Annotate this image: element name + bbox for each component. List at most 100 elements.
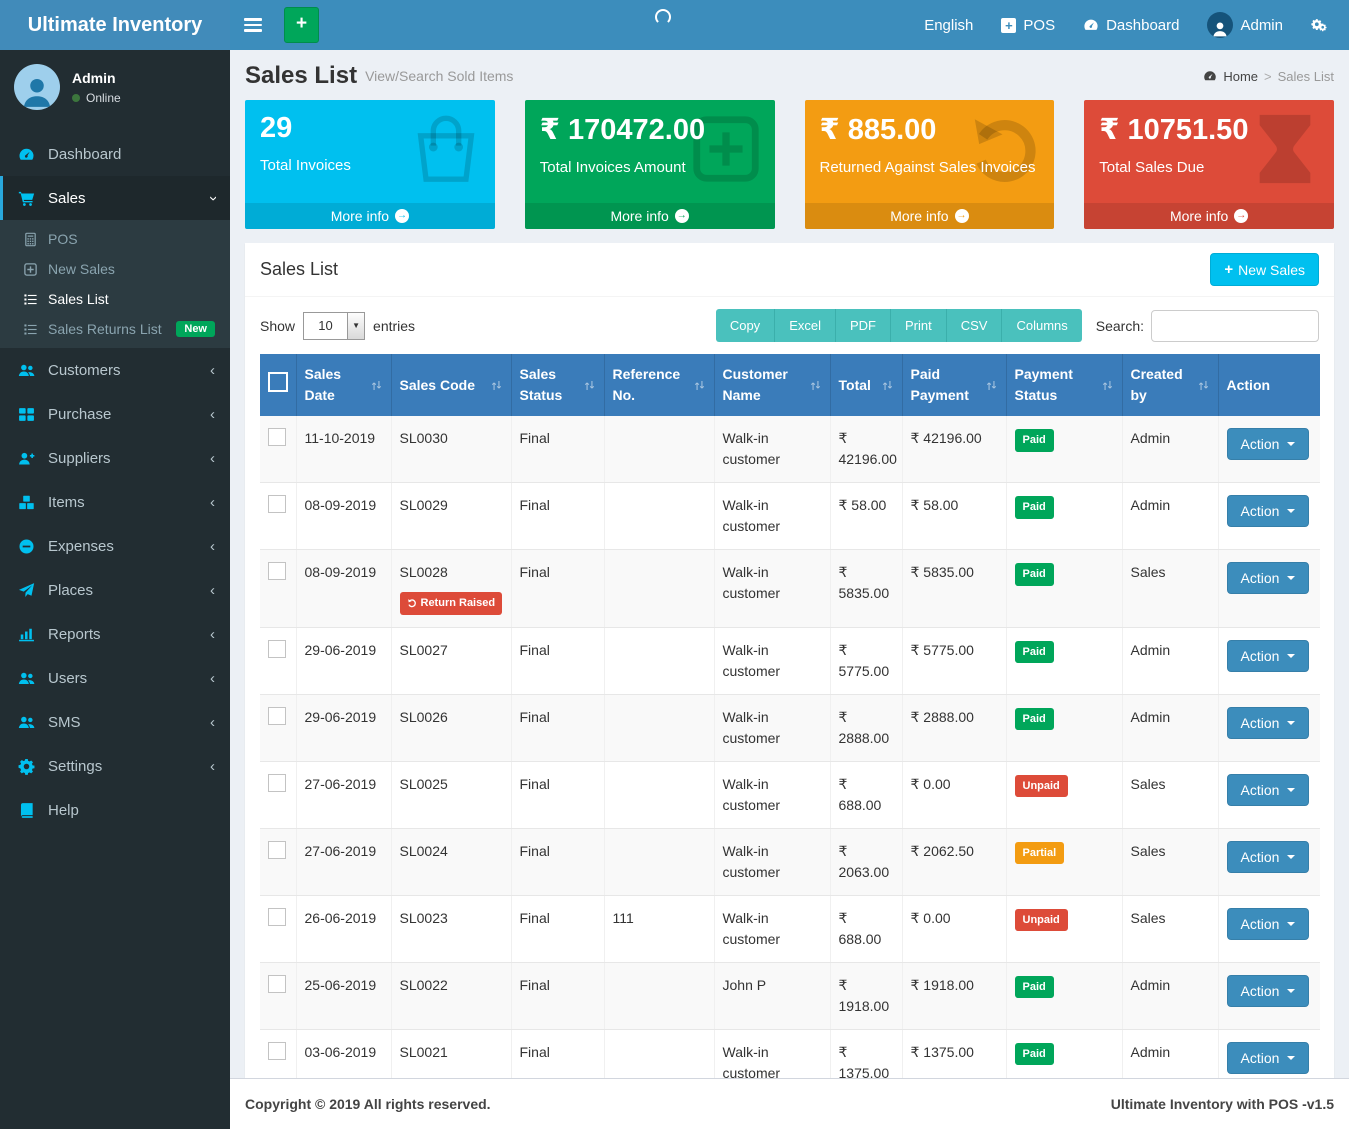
column-header-created-by[interactable]: Created by (1122, 354, 1218, 416)
stat-box-body: ₹ 885.00 Returned Against Sales Invoices (805, 100, 1055, 203)
export-button-excel[interactable]: Excel (775, 309, 836, 342)
column-label: Created by (1131, 364, 1193, 406)
row-checkbox[interactable] (268, 562, 286, 580)
stat-box-total-invoices-amount: ₹ 170472.00 Total Invoices Amount More i… (525, 100, 775, 229)
cell-sales-date: 29-06-2019 (296, 627, 391, 694)
more-info-link[interactable]: More info → (525, 203, 775, 229)
nav-dashboard[interactable]: Dashboard (1069, 0, 1193, 50)
sales-table-wrap: Sales DateSales CodeSales Status Referenc… (245, 346, 1334, 1078)
select-all-checkbox[interactable] (268, 372, 288, 392)
caret-down-icon (1287, 989, 1295, 993)
action-button[interactable]: Action (1227, 841, 1310, 873)
cell-sales-code: SL0022 (391, 962, 511, 1029)
main-content: Sales List View/Search Sold Items Home >… (230, 50, 1349, 1078)
sidebar-item-sales[interactable]: Sales‹ (0, 176, 230, 220)
cell-payment-status: Paid (1006, 483, 1122, 550)
action-button[interactable]: Action (1227, 495, 1310, 527)
row-checkbox[interactable] (268, 841, 286, 859)
gears-icon (1311, 17, 1327, 33)
export-button-csv[interactable]: CSV (947, 309, 1003, 342)
sidebar-item-customers[interactable]: Customers‹ (0, 348, 230, 392)
nav-settings[interactable] (1297, 0, 1341, 50)
sidebar-subitem-new-sales[interactable]: New Sales (0, 254, 230, 284)
payment-status-badge: Paid (1015, 429, 1054, 452)
column-header-paid-payment[interactable]: Paid Payment (902, 354, 1006, 416)
row-checkbox[interactable] (268, 640, 286, 658)
sidebar-item-help[interactable]: Help (0, 788, 230, 832)
cell-total: ₹ 5775.00 (830, 627, 902, 694)
app-brand[interactable]: Ultimate Inventory (0, 0, 230, 50)
column-header-customer-name[interactable]: Customer Name (714, 354, 830, 416)
column-header-sales-code[interactable]: Sales Code (391, 354, 511, 416)
payment-status-badge: Paid (1015, 1043, 1054, 1066)
action-button[interactable]: Action (1227, 774, 1310, 806)
sidebar-subitem-pos[interactable]: POS (0, 224, 230, 254)
row-checkbox[interactable] (268, 495, 286, 513)
sidebar-item-sms[interactable]: SMS‹ (0, 700, 230, 744)
action-button[interactable]: Action (1227, 908, 1310, 940)
navbar-right: English + POS Dashboard Admin (910, 0, 1349, 50)
column-label: Sales Status (520, 364, 579, 406)
page-length-select[interactable]: 10 ▼ (303, 312, 365, 340)
stat-label: Total Invoices Amount (540, 159, 760, 176)
cell-created-by: Admin (1122, 694, 1218, 761)
export-button-copy[interactable]: Copy (716, 309, 775, 342)
sort-icon (881, 379, 894, 392)
row-checkbox[interactable] (268, 908, 286, 926)
sidebar-item-purchase[interactable]: Purchase‹ (0, 392, 230, 436)
column-header-action: Action (1218, 354, 1320, 416)
sidebar-item-expenses[interactable]: Expenses‹ (0, 524, 230, 568)
cell-sales-date: 27-06-2019 (296, 761, 391, 828)
cell-customer-name: Walk-in customer (714, 627, 830, 694)
sidebar-item-dashboard[interactable]: Dashboard (0, 132, 230, 176)
sidebar-toggle-icon[interactable] (230, 0, 276, 50)
sidebar-item-reports[interactable]: Reports‹ (0, 612, 230, 656)
nav-pos[interactable]: + POS (987, 0, 1069, 50)
sidebar-item-users[interactable]: Users‹ (0, 656, 230, 700)
cell-customer-name: Walk-in customer (714, 694, 830, 761)
more-info-link[interactable]: More info → (245, 203, 495, 229)
sidebar-subitem-sales-returns-list[interactable]: Sales Returns ListNew (0, 314, 230, 344)
action-button[interactable]: Action (1227, 975, 1310, 1007)
quick-add-button[interactable]: + (284, 7, 319, 43)
action-button[interactable]: Action (1227, 1042, 1310, 1074)
search-input[interactable] (1151, 310, 1319, 342)
row-checkbox[interactable] (268, 1042, 286, 1060)
action-button-label: Action (1241, 782, 1280, 798)
cell-sales-code: SL0028Return Raised (391, 550, 511, 628)
row-checkbox[interactable] (268, 774, 286, 792)
column-header-payment-status[interactable]: Payment Status (1006, 354, 1122, 416)
row-checkbox[interactable] (268, 975, 286, 993)
sidebar-item-places[interactable]: Places‹ (0, 568, 230, 612)
cell-sales-status: Final (511, 962, 604, 1029)
chevron-left-icon: ‹ (210, 363, 215, 378)
stat-box-body: ₹ 170472.00 Total Invoices Amount (525, 100, 775, 203)
action-button[interactable]: Action (1227, 562, 1310, 594)
person-icon (19, 74, 55, 110)
nav-language[interactable]: English (910, 0, 987, 50)
sidebar-item-settings[interactable]: Settings‹ (0, 744, 230, 788)
export-button-columns[interactable]: Columns (1002, 309, 1081, 342)
nav-user-menu[interactable]: Admin (1193, 0, 1297, 50)
export-button-pdf[interactable]: PDF (836, 309, 891, 342)
row-checkbox[interactable] (268, 428, 286, 446)
column-header-reference-no[interactable]: Reference No. (604, 354, 714, 416)
row-checkbox[interactable] (268, 707, 286, 725)
more-info-link[interactable]: More info → (805, 203, 1055, 229)
cell-total: ₹ 2063.00 (830, 828, 902, 895)
breadcrumb-current: Sales List (1278, 69, 1334, 84)
column-header-sales-date[interactable]: Sales Date (296, 354, 391, 416)
action-button[interactable]: Action (1227, 707, 1310, 739)
export-button-print[interactable]: Print (891, 309, 947, 342)
sidebar-subitem-sales-list[interactable]: Sales List (0, 284, 230, 314)
action-button[interactable]: Action (1227, 428, 1310, 460)
new-sales-button[interactable]: + New Sales (1210, 253, 1319, 286)
action-button[interactable]: Action (1227, 640, 1310, 672)
column-header-total[interactable]: Total (830, 354, 902, 416)
column-header-sales-status[interactable]: Sales Status (511, 354, 604, 416)
cell-select (260, 627, 296, 694)
sidebar-item-suppliers[interactable]: Suppliers‹ (0, 436, 230, 480)
sidebar-item-items[interactable]: Items‹ (0, 480, 230, 524)
more-info-link[interactable]: More info → (1084, 203, 1334, 229)
breadcrumb-home[interactable]: Home (1223, 69, 1258, 84)
